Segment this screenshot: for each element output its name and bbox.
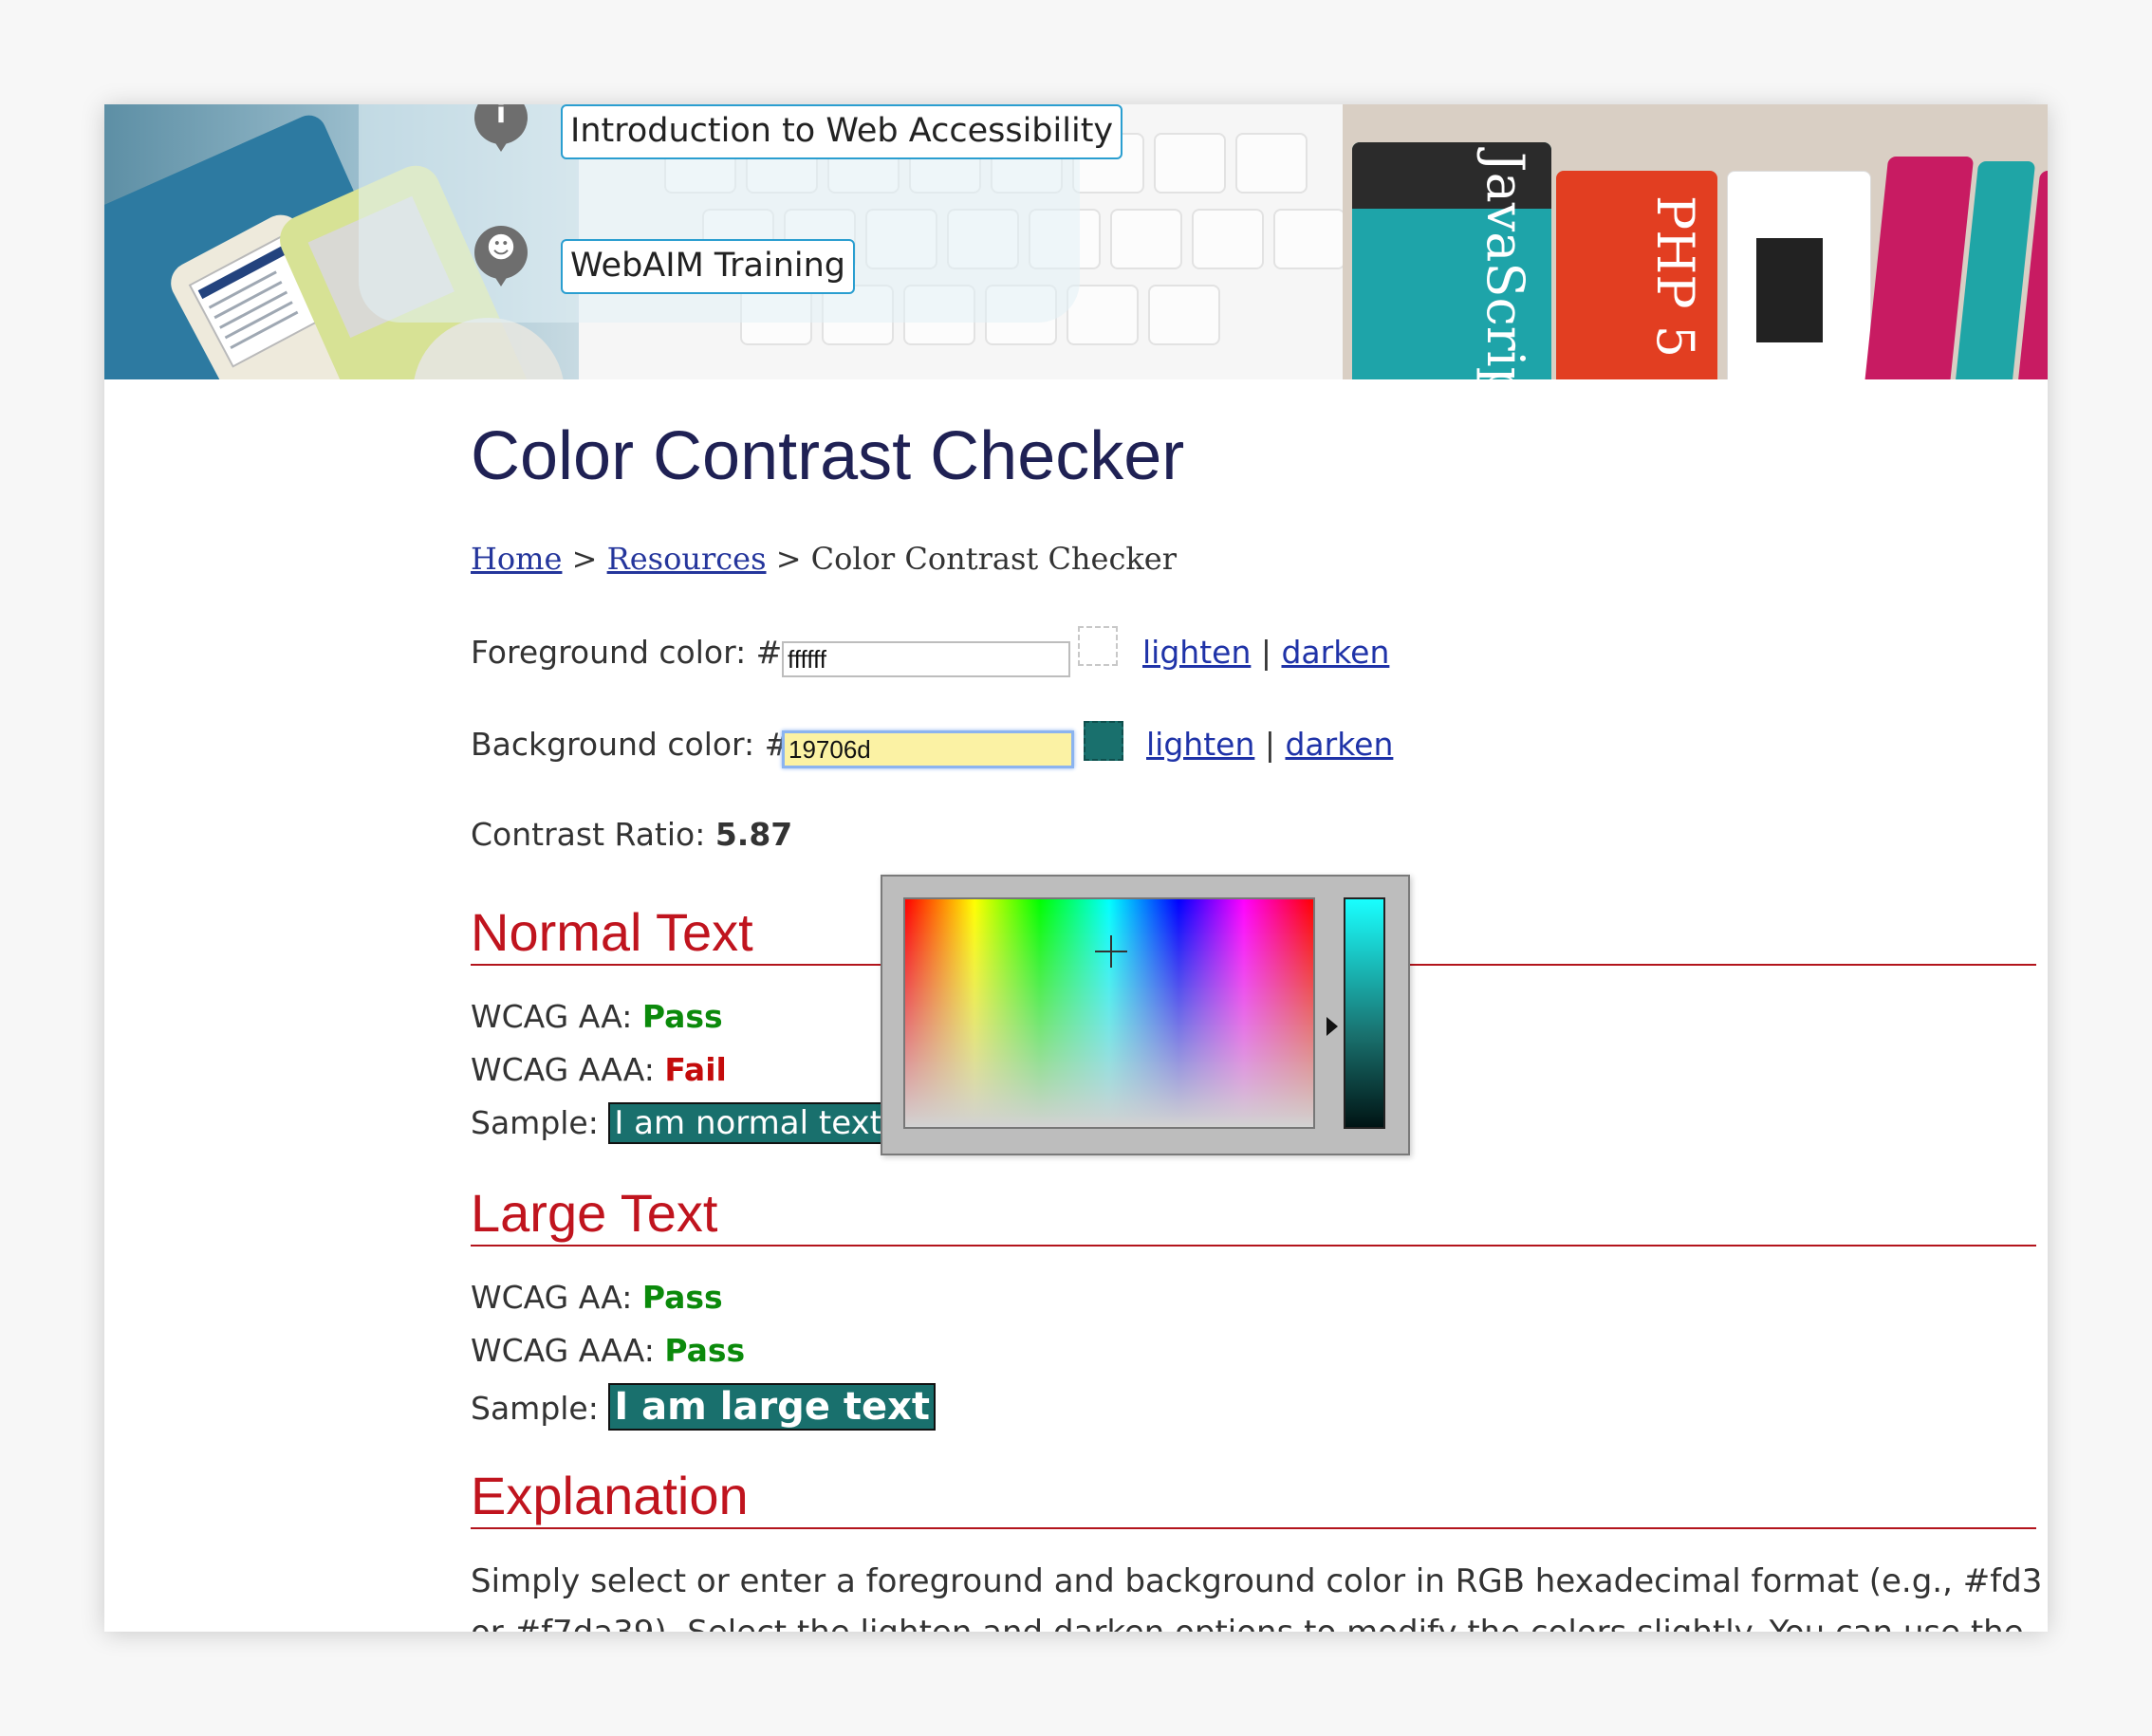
wcag-aa-label: WCAG AA:	[471, 998, 642, 1035]
large-sample-row: Sample: I am large text	[471, 1383, 937, 1431]
foreground-hex-input[interactable]: ffffff	[782, 641, 1070, 677]
foreground-adjust-links: lighten | darken	[1142, 634, 1389, 671]
normal-aa-row: WCAG AA: Pass	[471, 998, 723, 1035]
normal-aa-result: Pass	[641, 998, 723, 1035]
normal-text-sample: I am normal text	[608, 1102, 888, 1144]
foreground-darken-link[interactable]: darken	[1281, 634, 1389, 671]
large-text-heading: Large Text	[471, 1182, 2036, 1247]
wcag-aa-label: WCAG AA:	[471, 1279, 642, 1316]
crosshair-cursor-icon[interactable]	[1095, 935, 1127, 968]
breadcrumb-separator: >	[775, 541, 802, 577]
breadcrumb-resources-link[interactable]: Resources	[607, 541, 767, 577]
foreground-lighten-link[interactable]: lighten	[1142, 634, 1251, 671]
large-aa-row: WCAG AA: Pass	[471, 1279, 723, 1316]
people-icon: ☻	[474, 226, 528, 292]
background-adjust-links: lighten | darken	[1146, 726, 1393, 763]
contrast-ratio-label: Contrast Ratio:	[471, 816, 715, 853]
normal-aaa-result: Fail	[664, 1051, 727, 1088]
breadcrumb: Home > Resources > Color Contrast Checke…	[471, 541, 1177, 577]
foreground-label: Foreground color: #	[471, 634, 783, 671]
normal-aaa-row: WCAG AAA: Fail	[471, 1051, 727, 1088]
brightness-slider[interactable]	[1344, 897, 1385, 1129]
foreground-color-swatch[interactable]	[1078, 626, 1118, 666]
foreground-row: Foreground color: #	[471, 634, 782, 671]
book-spine-javascript: JavaScript	[1475, 151, 1536, 379]
contrast-ratio-row: Contrast Ratio: 5.87	[471, 816, 792, 853]
browser-page: JavaScript PHP 5 i Introduction to Web A…	[104, 104, 2048, 1632]
breadcrumb-separator: >	[571, 541, 598, 577]
background-lighten-link[interactable]: lighten	[1146, 726, 1254, 763]
background-hex-input[interactable]: 19706d	[782, 730, 1074, 768]
book-spine-php: PHP 5	[1645, 194, 1706, 359]
sample-label: Sample:	[471, 1390, 609, 1427]
normal-sample-row: Sample: I am normal text	[471, 1102, 888, 1144]
large-aaa-row: WCAG AAA: Pass	[471, 1332, 745, 1369]
link-separator: |	[1264, 726, 1275, 763]
large-aaa-result: Pass	[664, 1332, 746, 1369]
breadcrumb-home-link[interactable]: Home	[471, 541, 562, 577]
link-separator: |	[1260, 634, 1271, 671]
background-darken-link[interactable]: darken	[1285, 726, 1393, 763]
page-title: Color Contrast Checker	[471, 418, 1185, 494]
wcag-aaa-label: WCAG AAA:	[471, 1051, 665, 1088]
nav-link-webaim-training[interactable]: WebAIM Training	[561, 239, 855, 294]
color-picker-popup	[881, 875, 1410, 1155]
large-text-sample: I am large text	[608, 1383, 937, 1431]
contrast-ratio-value: 5.87	[714, 816, 793, 853]
header-banner: JavaScript PHP 5 i Introduction to Web A…	[104, 104, 2048, 379]
breadcrumb-current: Color Contrast Checker	[810, 541, 1178, 577]
background-label: Background color: #	[471, 726, 791, 763]
background-color-swatch[interactable]	[1084, 721, 1123, 761]
large-aa-result: Pass	[641, 1279, 723, 1316]
hue-saturation-pad[interactable]	[903, 897, 1315, 1129]
banner-books-image: JavaScript PHP 5	[1343, 104, 2048, 379]
explanation-heading: Explanation	[471, 1465, 2036, 1529]
explanation-text: Simply select or enter a foreground and …	[471, 1562, 2043, 1632]
slider-pointer-icon[interactable]	[1326, 1017, 1338, 1036]
nav-link-intro-web-accessibility[interactable]: Introduction to Web Accessibility	[561, 104, 1123, 159]
info-icon: i	[474, 104, 528, 157]
sample-label: Sample:	[471, 1104, 609, 1141]
wcag-aaa-label: WCAG AAA:	[471, 1332, 665, 1369]
background-row: Background color: #	[471, 726, 790, 763]
